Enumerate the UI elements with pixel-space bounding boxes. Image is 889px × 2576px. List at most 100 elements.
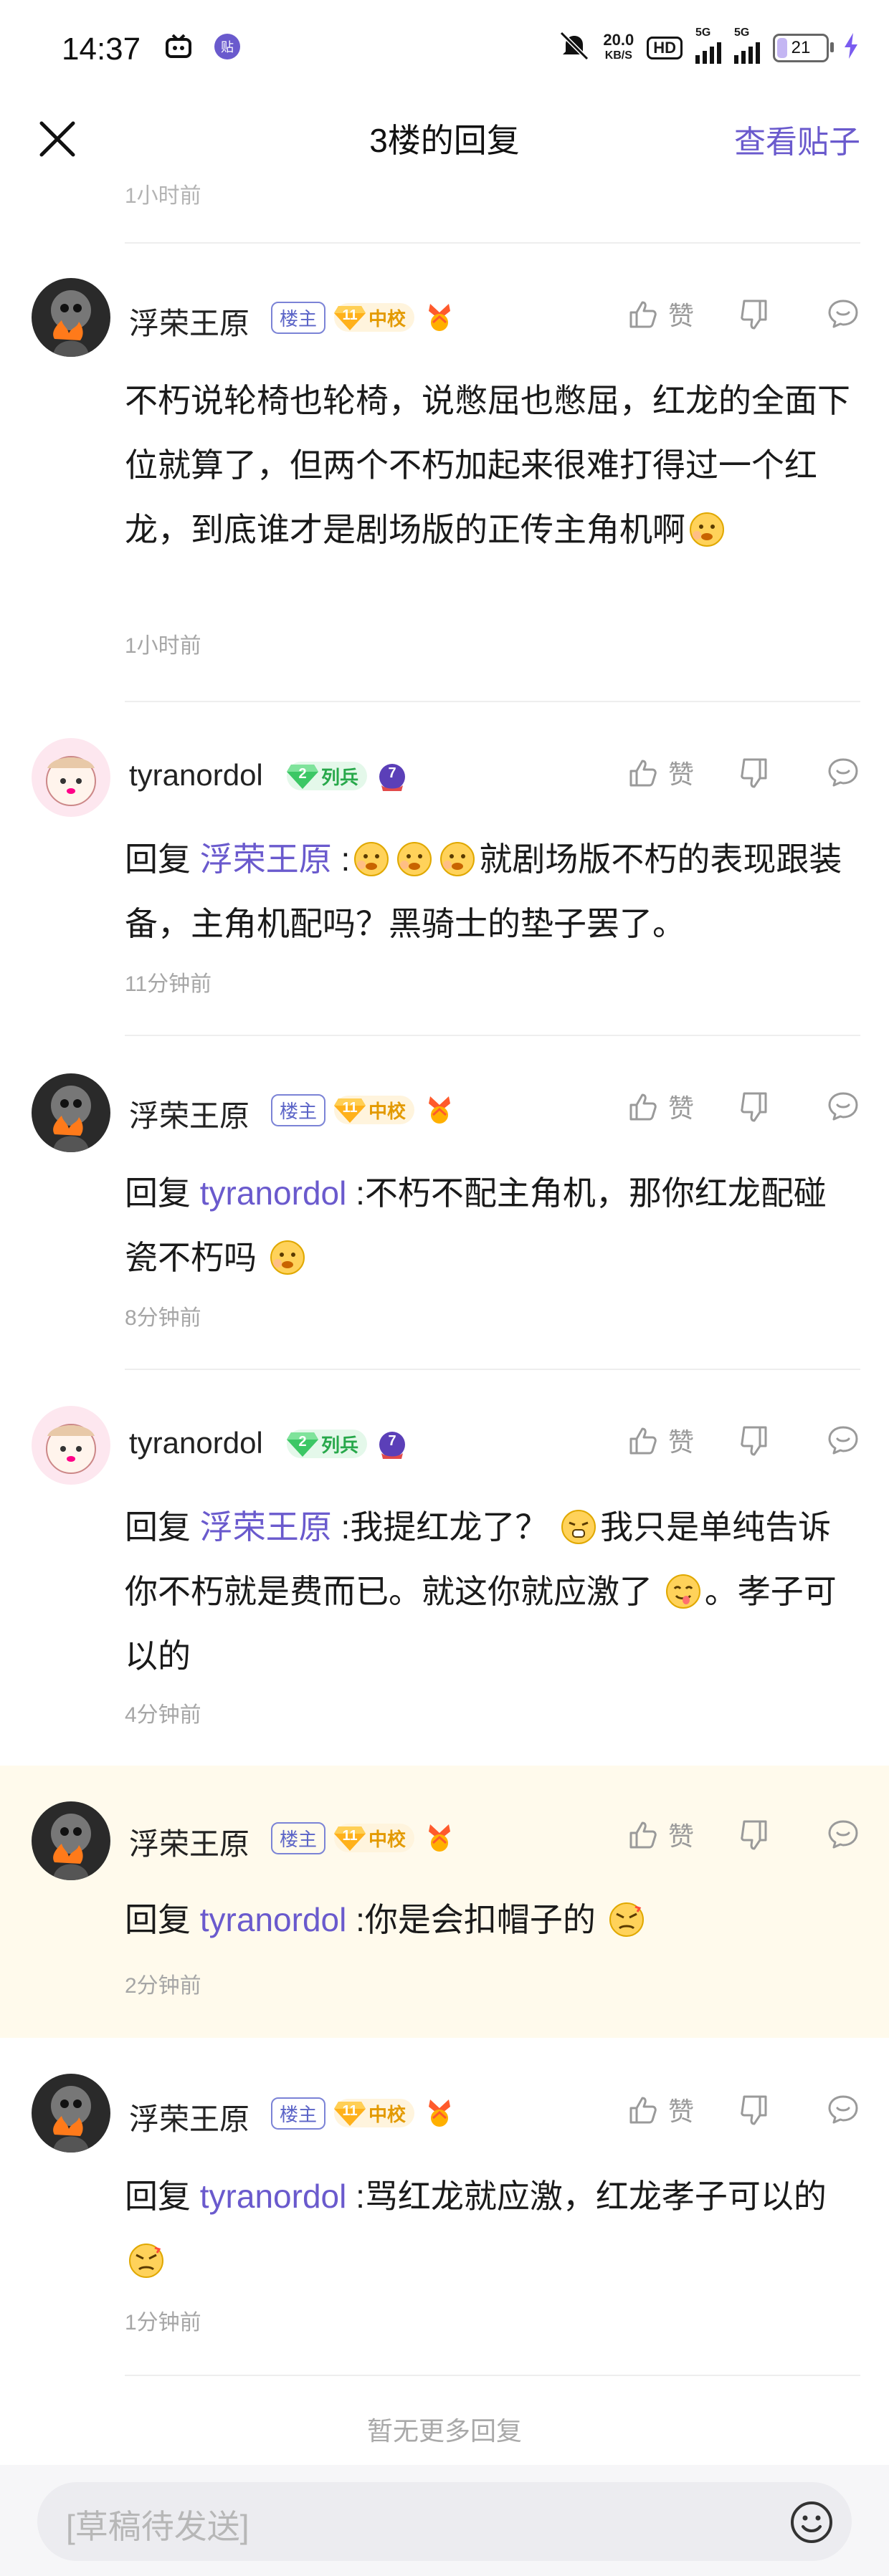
thumb-down-icon bbox=[737, 755, 771, 790]
reply-button[interactable] bbox=[826, 297, 860, 331]
view-post-link[interactable]: 查看贴子 bbox=[734, 116, 860, 162]
comment-time: 8分钟前 bbox=[125, 1306, 201, 1330]
comment-text: 回复 浮荣王原 :我提红龙了？ 我只是单纯告诉你不朽就是费而已。就这你就应激了 … bbox=[125, 1508, 837, 1675]
level-badge: 11 中校 bbox=[334, 2099, 415, 2127]
clock: 14:37 bbox=[62, 32, 141, 67]
medal-icon bbox=[423, 1093, 456, 1126]
thumb-down-icon bbox=[737, 1817, 771, 1852]
thumb-up-icon bbox=[627, 755, 661, 790]
avatar[interactable] bbox=[32, 738, 110, 817]
emoji-think-icon bbox=[396, 841, 433, 878]
dislike-button[interactable] bbox=[737, 297, 771, 331]
owner-badge: 楼主 bbox=[271, 301, 326, 334]
username[interactable]: tyranordol bbox=[129, 1426, 263, 1460]
signal-icon-2: 5G bbox=[734, 27, 760, 64]
avatar[interactable] bbox=[32, 1073, 110, 1152]
like-button[interactable]: 赞 bbox=[627, 754, 694, 791]
level-badge: 11 中校 bbox=[334, 1824, 415, 1852]
user-badges: 楼主 11 中校 bbox=[271, 301, 456, 334]
dislike-button[interactable] bbox=[737, 1089, 771, 1124]
svg-text:贴: 贴 bbox=[221, 40, 234, 55]
divider bbox=[125, 2375, 860, 2376]
comment-item: tyranordol 2 列兵 7 赞 回复 浮荣王原 : 就剧场版不朽的表现跟装… bbox=[0, 702, 889, 1036]
thumb-down-icon bbox=[737, 1089, 771, 1124]
avatar[interactable] bbox=[32, 1801, 110, 1880]
avatar[interactable] bbox=[32, 2074, 110, 2153]
reply-icon bbox=[826, 1817, 860, 1852]
comment-item-highlighted: 浮荣王原 楼主 11 中校 赞 回复 tyranordol :你是会扣帽子的 2… bbox=[0, 1766, 889, 2038]
dislike-button[interactable] bbox=[737, 755, 771, 790]
thumb-up-icon bbox=[627, 1817, 661, 1852]
mention-link[interactable]: 浮荣王原 bbox=[200, 1508, 332, 1546]
reply-icon bbox=[826, 2092, 860, 2127]
mention-link[interactable]: tyranordol bbox=[200, 2178, 347, 2215]
comment-text: 回复 tyranordol :不朽不配主角机，那你红龙配碰瓷不朽吗 bbox=[125, 1174, 827, 1276]
owner-badge: 楼主 bbox=[271, 1093, 326, 1126]
previous-comment-time: 1小时前 bbox=[125, 184, 201, 208]
avatar[interactable] bbox=[32, 278, 110, 357]
signal-icon: 5G bbox=[695, 27, 721, 64]
like-button[interactable]: 赞 bbox=[627, 1816, 694, 1853]
dislike-button[interactable] bbox=[737, 1817, 771, 1852]
dislike-button[interactable] bbox=[737, 1423, 771, 1457]
thumb-up-icon bbox=[627, 1423, 661, 1457]
baidu-icon: 贴 bbox=[212, 32, 242, 62]
emoji-think-icon bbox=[439, 841, 476, 878]
like-button[interactable]: 赞 bbox=[627, 295, 694, 332]
mention-link[interactable]: 浮荣王原 bbox=[200, 841, 332, 878]
comment-time: 4分钟前 bbox=[125, 1703, 201, 1727]
reply-button[interactable] bbox=[826, 1089, 860, 1124]
charging-icon bbox=[842, 32, 860, 64]
reply-button[interactable] bbox=[826, 2092, 860, 2127]
nav-bar: 3楼的回复 查看贴子 bbox=[0, 107, 889, 186]
comment-time: 1小时前 bbox=[125, 634, 201, 658]
username[interactable]: 浮荣王原 bbox=[129, 300, 249, 343]
level-badge: 2 列兵 bbox=[287, 762, 368, 790]
reply-button[interactable] bbox=[826, 1423, 860, 1457]
emoji-tongue-icon bbox=[665, 1573, 702, 1610]
emoji-angry-icon bbox=[128, 2242, 165, 2279]
comment-item: 浮荣王原 楼主 11 中校 赞 回复 tyranordol :骂红龙就应激，红龙… bbox=[0, 2038, 889, 2372]
comment-time: 11分钟前 bbox=[125, 972, 212, 996]
emoji-think-icon bbox=[353, 841, 390, 878]
owner-badge: 楼主 bbox=[271, 2097, 326, 2130]
emoji-think-icon bbox=[688, 511, 726, 548]
username[interactable]: tyranordol bbox=[129, 758, 263, 793]
username[interactable]: 浮荣王原 bbox=[129, 2095, 249, 2139]
like-button[interactable]: 赞 bbox=[627, 1088, 694, 1125]
comment-item: 浮荣王原 楼主 11 中校 赞 回复 tyranordol :不朽不配主角机，那… bbox=[0, 1036, 889, 1370]
username[interactable]: 浮荣王原 bbox=[129, 1092, 249, 1136]
level-badge: 11 中校 bbox=[334, 303, 415, 332]
reply-icon bbox=[826, 1089, 860, 1124]
user-badges: 楼主 11 中校 bbox=[271, 1093, 456, 1126]
user-badges: 2 列兵 7 bbox=[287, 1427, 409, 1460]
mention-link[interactable]: tyranordol bbox=[200, 1901, 347, 1938]
reply-button[interactable] bbox=[826, 755, 860, 790]
mute-icon bbox=[558, 30, 590, 65]
medal-icon bbox=[423, 2097, 456, 2130]
dislike-button[interactable] bbox=[737, 2092, 771, 2127]
thumb-down-icon bbox=[737, 1423, 771, 1457]
comment-text: 回复 tyranordol :骂红龙就应激，红龙孝子可以的 bbox=[125, 2164, 856, 2293]
input-placeholder: [草稿待发送] bbox=[66, 2508, 249, 2545]
mention-link[interactable]: tyranordol bbox=[200, 1174, 347, 1212]
user-badges: 楼主 11 中校 bbox=[271, 2097, 456, 2130]
user-badges: 2 列兵 7 bbox=[287, 760, 409, 793]
reply-input[interactable]: [草稿待发送] bbox=[37, 2482, 852, 2561]
reply-bar: [草稿待发送] bbox=[0, 2465, 889, 2576]
emoji-think-icon bbox=[269, 1239, 306, 1276]
reply-icon bbox=[826, 1423, 860, 1457]
like-button[interactable]: 赞 bbox=[627, 2091, 694, 2128]
comment-item: 浮荣王原 楼主 11 中校 赞 不朽说轮椅也轮椅，说憋屈也憋屈，红龙的全面下位就… bbox=[0, 244, 889, 702]
owner-badge: 楼主 bbox=[271, 1821, 326, 1854]
avatar[interactable] bbox=[32, 1406, 110, 1485]
thumb-up-icon bbox=[627, 1089, 661, 1124]
emoji-picker-icon[interactable] bbox=[789, 2499, 835, 2545]
comment-time: 2分钟前 bbox=[125, 1974, 201, 1998]
like-button[interactable]: 赞 bbox=[627, 1422, 694, 1459]
username[interactable]: 浮荣王原 bbox=[129, 1820, 249, 1864]
hd-badge: HD bbox=[647, 36, 683, 59]
reply-icon bbox=[826, 755, 860, 790]
reply-button[interactable] bbox=[826, 1817, 860, 1852]
net-speed: 20.0 KB/S bbox=[603, 30, 634, 62]
